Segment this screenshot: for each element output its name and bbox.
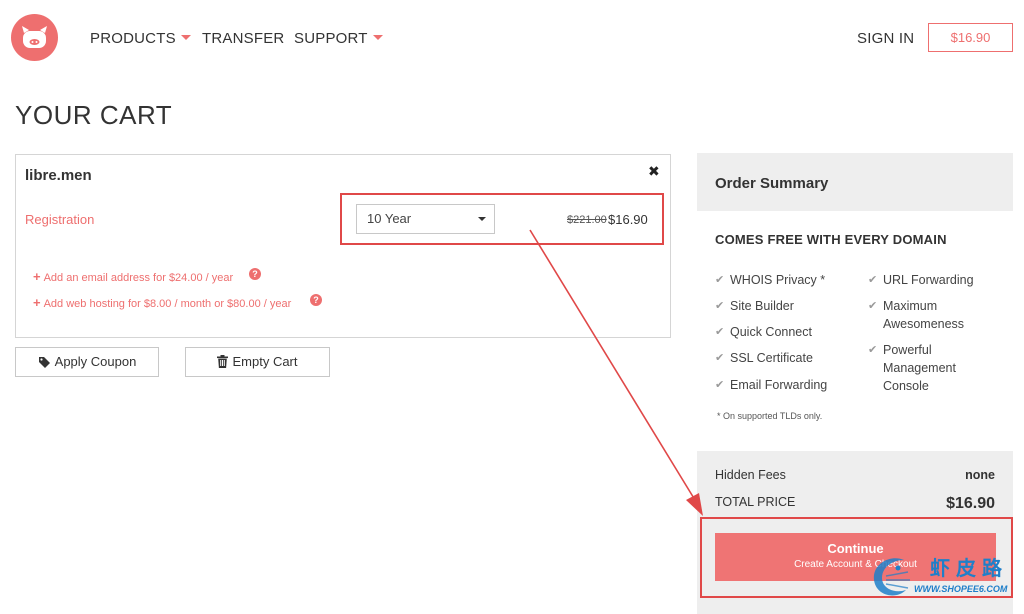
add-hosting-link[interactable]: + Add web hosting for $8.00 / month or $8… <box>33 295 291 310</box>
help-icon[interactable]: ? <box>310 294 322 306</box>
feature-item: ✔ Powerful Management Console <box>868 343 956 393</box>
help-icon[interactable]: ? <box>249 268 261 280</box>
feature-item: ✔ Site Builder <box>715 299 794 313</box>
trash-icon <box>217 355 229 369</box>
nav-support[interactable]: SUPPORT <box>294 30 383 47</box>
hidden-fees-value: none <box>965 468 995 482</box>
pig-logo-icon[interactable] <box>11 14 58 61</box>
order-summary-title: Order Summary <box>715 175 829 192</box>
sign-in-link[interactable]: SIGN IN <box>857 30 914 47</box>
sign-in-label: SIGN IN <box>857 30 915 47</box>
total-price-value: $16.90 <box>946 495 995 512</box>
registration-label: Registration <box>25 212 95 227</box>
check-icon: ✔ <box>715 379 725 391</box>
apply-coupon-label: Apply Coupon <box>54 354 137 369</box>
check-icon: ✔ <box>868 274 878 286</box>
free-features-heading: COMES FREE WITH EVERY DOMAIN <box>715 232 947 247</box>
watermark: 虾皮路 WWW.SHOPEE6.COM <box>868 550 1018 606</box>
site-header: PRODUCTS TRANSFER SUPPORT SIGN IN $16.90 <box>0 0 1024 78</box>
nav-transfer[interactable]: TRANSFER <box>202 30 284 47</box>
tag-icon <box>38 356 50 368</box>
close-icon[interactable]: ✖ <box>648 164 660 178</box>
term-selected-value: 10 Year <box>367 211 412 226</box>
chevron-down-icon <box>478 217 486 221</box>
feature-item: ✔ SSL Certificate <box>715 351 813 365</box>
check-icon: ✔ <box>868 300 878 312</box>
check-icon: ✔ <box>868 344 878 356</box>
plus-icon: + <box>33 269 41 284</box>
cart-item: libre.men ✖ Registration 10 Year $221.00… <box>15 154 671 338</box>
order-summary-header: Order Summary <box>697 153 1013 211</box>
check-icon: ✔ <box>715 274 725 286</box>
nav-products-label: PRODUCTS <box>90 30 176 47</box>
empty-cart-button[interactable]: Empty Cart <box>185 347 330 377</box>
feature-item: ✔ URL Forwarding <box>868 273 974 287</box>
add-email-link[interactable]: + Add an email address for $24.00 / year <box>33 269 233 284</box>
hidden-fees-label: Hidden Fees <box>715 468 786 482</box>
cart-total-button[interactable]: $16.90 <box>928 23 1013 52</box>
feature-item: ✔ Email Forwarding <box>715 378 828 392</box>
watermark-url: WWW.SHOPEE6.COM <box>914 584 1008 594</box>
feature-item: ✔ WHOIS Privacy * <box>715 273 826 287</box>
shrimp-logo-icon <box>873 558 910 596</box>
domain-name: libre.men <box>25 167 92 184</box>
check-icon: ✔ <box>715 300 725 312</box>
original-price: $221.00 <box>567 214 607 226</box>
page-title: YOUR CART <box>15 100 173 130</box>
registration-term-select[interactable]: 10 Year <box>356 204 495 234</box>
total-price-label: TOTAL PRICE <box>715 495 796 509</box>
apply-coupon-button[interactable]: Apply Coupon <box>15 347 159 377</box>
feature-item: ✔ Quick Connect <box>715 325 812 339</box>
nav-transfer-label: TRANSFER <box>202 30 285 47</box>
check-icon: ✔ <box>715 326 725 338</box>
nav-products[interactable]: PRODUCTS <box>90 30 191 47</box>
watermark-chinese-text: 虾皮路 <box>930 558 1008 580</box>
check-icon: ✔ <box>715 352 725 364</box>
footnote: * On supported TLDs only. <box>717 411 823 421</box>
chevron-down-icon <box>372 34 383 40</box>
nav-support-label: SUPPORT <box>294 30 368 47</box>
chevron-down-icon <box>180 34 191 40</box>
plus-icon: + <box>33 295 41 310</box>
empty-cart-label: Empty Cart <box>232 354 298 369</box>
feature-item: ✔ Maximum Awesomeness <box>868 299 965 331</box>
add-hosting-text: Add web hosting for $8.00 / month or $80… <box>43 298 292 310</box>
add-email-text: Add an email address for $24.00 / year <box>43 272 234 284</box>
discounted-price: $16.90 <box>608 212 648 227</box>
